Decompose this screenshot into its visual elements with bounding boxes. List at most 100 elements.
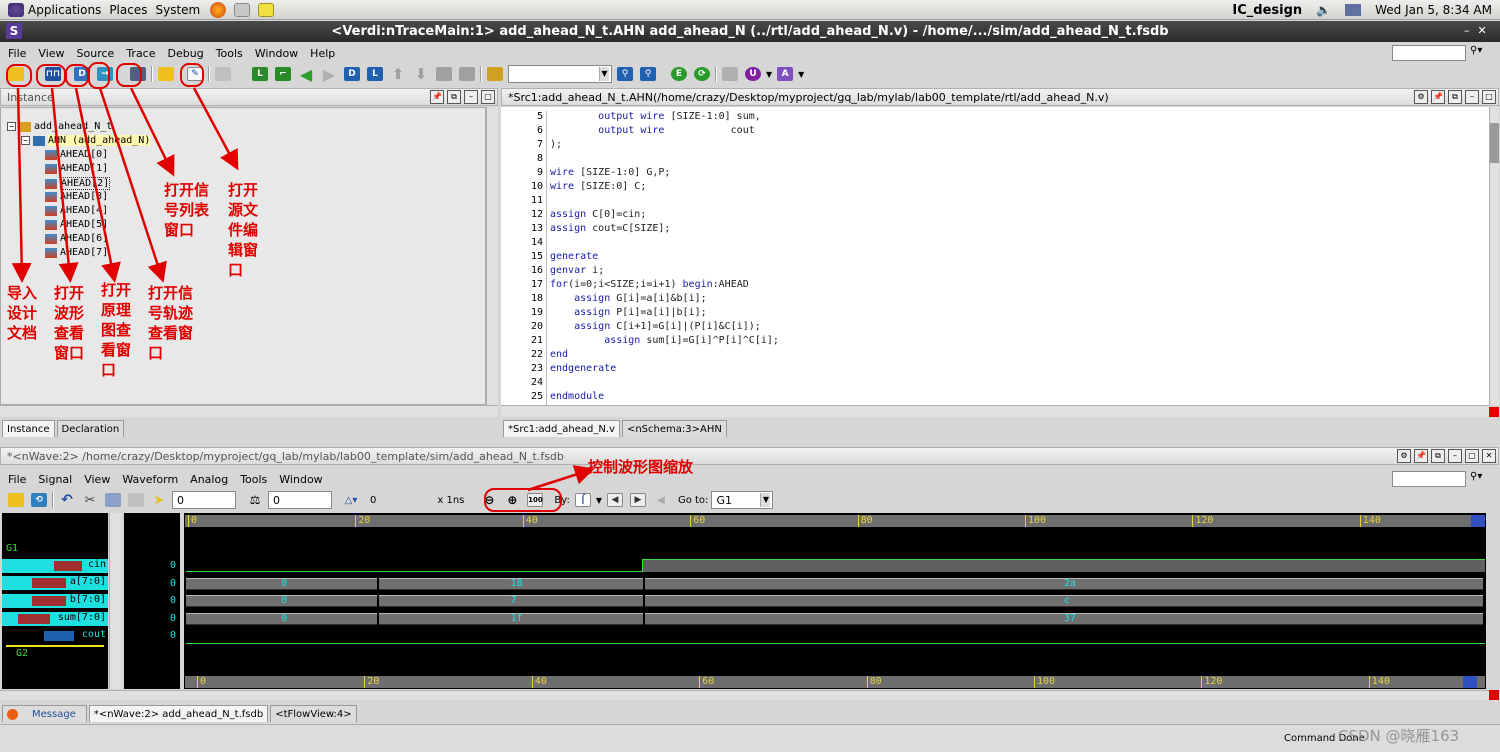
settings-icon[interactable]: ⚙ (1414, 90, 1428, 104)
tab-instance[interactable]: Instance (2, 420, 55, 437)
group-g2-label[interactable]: G2 (16, 648, 28, 659)
collapse-icon[interactable]: − (21, 136, 30, 145)
source-line[interactable]: 11 (501, 195, 550, 209)
source-code-view[interactable]: 5 output wire [SIZE-1:0] sum, 6 output wi… (501, 107, 1489, 405)
nwave-menu-file[interactable]: File (2, 473, 32, 486)
source-line[interactable]: 21 assign sum[i]=G[i]^P[i]^C[i]; (501, 335, 779, 349)
grid-button[interactable] (720, 65, 740, 84)
main-search-input[interactable] (1392, 45, 1466, 61)
signal-row-a[interactable]: a[7:0] (2, 576, 108, 590)
trace-driver-button[interactable]: L (250, 65, 270, 84)
signal-row-cout[interactable]: cout (2, 629, 108, 643)
tree-node-ahead-4[interactable]: AHEAD[4] (45, 205, 108, 216)
find-next-button[interactable]: ⚲ (638, 65, 658, 84)
pin-icon[interactable]: 📌 (1414, 449, 1428, 463)
uvm-dropdown-icon[interactable]: ▼ (766, 70, 772, 79)
system-menu[interactable]: System (155, 3, 200, 17)
volume-icon[interactable]: 🔈 (1316, 3, 1331, 17)
source-line[interactable]: 8 (501, 153, 550, 167)
nwave-menu-analog[interactable]: Analog (184, 473, 234, 486)
tree-node-ahead-1[interactable]: AHEAD[1] (45, 163, 108, 174)
find-combo[interactable]: ▼ (508, 65, 612, 83)
undock-icon[interactable]: ⧉ (1431, 449, 1445, 463)
back-button[interactable]: ◀ (296, 65, 316, 84)
maximize-pane-icon[interactable]: □ (1482, 90, 1496, 104)
paste-button[interactable] (126, 491, 146, 510)
signal-value-pane[interactable]: 0 0 0 0 0 (124, 513, 180, 689)
menu-debug[interactable]: Debug (162, 47, 210, 60)
tree-node-ahead-3[interactable]: AHEAD[3] (45, 191, 108, 202)
signal-row-sum[interactable]: sum[7:0] (2, 612, 108, 626)
network-icon[interactable] (1345, 4, 1362, 16)
source-line[interactable]: 25 endmodule (501, 391, 604, 405)
scroll-thumb[interactable] (1490, 123, 1499, 163)
source-line[interactable]: 10 wire [SIZE:0] C; (501, 181, 646, 195)
cursor-mode-button[interactable]: ➤ (149, 491, 169, 510)
cursor-time-field[interactable]: 0 (172, 491, 236, 509)
trace-load-button[interactable]: ⌐ (273, 65, 293, 84)
goto-combo[interactable]: G1 ▼ (711, 491, 774, 509)
bus-segment-b[interactable]: 7 (378, 595, 643, 607)
bus-segment-a[interactable]: 18 (378, 578, 643, 590)
maximize-pane-icon[interactable]: □ (1465, 449, 1479, 463)
tree-node-ahead-6[interactable]: AHEAD[6] (45, 233, 108, 244)
marker-time-field[interactable]: 0 (268, 491, 332, 509)
search-options-icon[interactable]: ⚲▾ (1470, 471, 1482, 482)
mail-icon[interactable] (234, 2, 251, 17)
scope-down-button[interactable]: ⬇ (411, 65, 431, 84)
source-line[interactable]: 17 for(i=0;i<SIZE;i=i+1) begin:AHEAD (501, 279, 749, 293)
signal-name-vscrollbar[interactable] (109, 513, 121, 689)
menu-help[interactable]: Help (304, 47, 341, 60)
bottom-time-ruler[interactable]: 0 20 40 60 80 100 120 140 (185, 676, 1485, 688)
bus-segment-b[interactable]: c (644, 595, 1483, 607)
tree-node-ahn[interactable]: − AHN (add_ahead_N) (21, 135, 151, 146)
source-hscrollbar[interactable] (501, 405, 1489, 417)
scope-up-button[interactable]: ⬆ (388, 65, 408, 84)
source-line[interactable]: 13 assign cout=C[SIZE]; (501, 223, 670, 237)
source-vscrollbar[interactable] (1489, 107, 1499, 405)
nwave-reload-button[interactable]: ⟲ (29, 491, 49, 510)
tree-node-ahead-7[interactable]: AHEAD[7] (45, 247, 108, 258)
nwave-menu-waveform[interactable]: Waveform (116, 473, 184, 486)
find-button[interactable]: ⚲ (615, 65, 635, 84)
source-line[interactable]: 23 endgenerate (501, 363, 616, 377)
bookmark-button[interactable] (485, 65, 505, 84)
minimize-pane-icon[interactable]: – (1465, 90, 1479, 104)
step-back-button[interactable]: ◀ (651, 491, 671, 510)
collapse-icon[interactable]: − (7, 122, 16, 131)
tree-node-ahead-2[interactable]: AHEAD[2] (45, 177, 111, 190)
hierarchy-button[interactable] (434, 65, 454, 84)
signal-name-pane[interactable]: G1 cin a[7:0] b[7:0] sum[7:0] cout G2 (2, 513, 108, 689)
search-prev-button[interactable]: ◀ (605, 491, 625, 510)
cut-button[interactable]: ✂ (80, 491, 100, 510)
menu-window[interactable]: Window (249, 47, 304, 60)
bus-segment-sum[interactable]: 0 (186, 613, 377, 625)
source-line[interactable]: 18 assign G[i]=a[i]&b[i]; (501, 293, 707, 307)
bus-segment-b[interactable]: 0 (186, 595, 377, 607)
tree-node-ahead-5[interactable]: AHEAD[5] (45, 219, 108, 230)
nwave-menu-tools[interactable]: Tools (234, 473, 273, 486)
tab-message[interactable]: Message (2, 705, 87, 722)
source-line[interactable]: 15 generate (501, 251, 598, 265)
signal-row-cin[interactable]: cin (2, 559, 108, 573)
search-by-dropdown-icon[interactable]: ▼ (596, 496, 602, 505)
source-line[interactable]: 7); (501, 139, 562, 153)
menu-trace[interactable]: Trace (120, 47, 161, 60)
instance-vscrollbar[interactable] (486, 107, 498, 405)
source-line[interactable]: 20 assign C[i+1]=G[i]|(P[i]&C[i]); (501, 321, 761, 335)
menu-view[interactable]: View (32, 47, 70, 60)
copy-button[interactable] (103, 491, 123, 510)
tree-node-ahead-0[interactable]: AHEAD[0] (45, 149, 108, 160)
tree-node-root[interactable]: − add_ahead_N_t (7, 121, 112, 132)
instance-hscrollbar[interactable] (0, 405, 498, 417)
edit-mode-button[interactable]: E (669, 65, 689, 84)
minimize-icon[interactable]: – (1464, 24, 1470, 40)
apps-button[interactable]: A (775, 65, 795, 84)
marker-button[interactable]: ⚖ (245, 491, 265, 510)
source-line[interactable]: 24 (501, 377, 550, 391)
nwave-search-input[interactable] (1392, 471, 1466, 487)
tab-src1[interactable]: *Src1:add_ahead_N.v (503, 420, 620, 437)
reload-button[interactable]: ⟳ (692, 65, 712, 84)
close-icon[interactable]: ✕ (1478, 24, 1487, 40)
source-line[interactable]: 16 genvar i; (501, 265, 604, 279)
